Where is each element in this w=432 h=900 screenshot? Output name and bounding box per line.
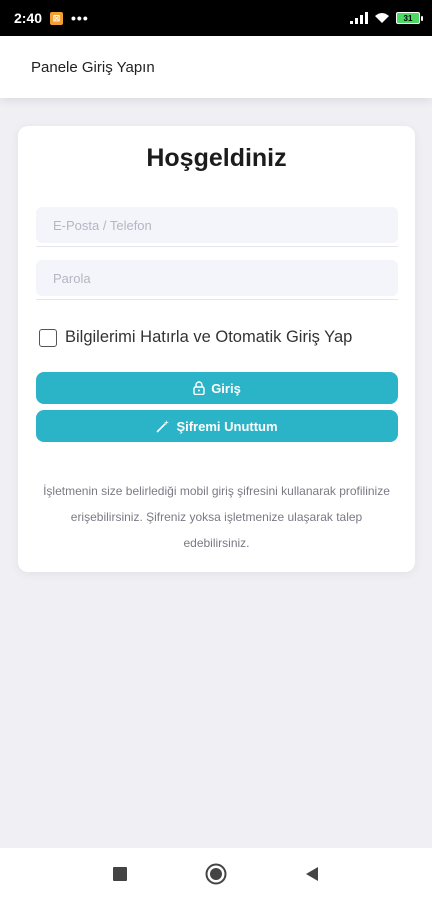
lock-icon [193, 381, 205, 395]
remember-me-row[interactable]: Bilgilerimi Hatırla ve Otomatik Giriş Ya… [39, 328, 352, 347]
page-title: Panele Giriş Yapın [31, 58, 155, 76]
signal-icon [350, 12, 368, 24]
square-icon [113, 867, 127, 881]
status-time: 2:40 [14, 10, 43, 26]
more-notifications-icon: ••• [71, 10, 89, 26]
recent-apps-button[interactable] [108, 862, 132, 886]
remember-me-checkbox[interactable] [39, 328, 57, 347]
remember-me-label[interactable]: Bilgilerimi Hatırla ve Otomatik Giriş Ya… [65, 328, 352, 347]
app-notification-icon: ⊠ [50, 11, 64, 25]
wifi-icon [375, 13, 389, 23]
battery-icon: 31 [396, 12, 423, 24]
app-header: Panele Giriş Yapın [0, 36, 432, 98]
forgot-password-button[interactable]: Şifremi Unuttum [36, 410, 398, 442]
triangle-back-icon [306, 867, 318, 881]
login-button-label: Giriş [211, 380, 241, 396]
circle-icon [205, 863, 227, 885]
login-button[interactable]: Giriş [36, 372, 398, 404]
welcome-title: Hoşgeldiniz [146, 144, 287, 172]
status-bar: 2:40 ⊠ ••• 31 [0, 0, 432, 36]
home-button[interactable] [204, 862, 228, 886]
login-card: Hoşgeldiniz Bilgilerimi Hatırla ve Otoma… [18, 126, 415, 572]
magic-wand-icon [157, 420, 170, 433]
forgot-password-label: Şifremi Unuttum [176, 418, 278, 434]
info-text: İşletmenin size belirlediği mobil giriş … [43, 484, 390, 550]
email-field-wrapper [36, 207, 398, 247]
password-field-wrapper [36, 260, 398, 300]
status-right: 31 [350, 12, 423, 24]
system-nav-bar [0, 848, 432, 900]
back-button[interactable] [300, 862, 324, 886]
email-field[interactable] [36, 207, 398, 243]
status-left: 2:40 ⊠ ••• [14, 10, 89, 26]
password-field[interactable] [36, 260, 398, 296]
